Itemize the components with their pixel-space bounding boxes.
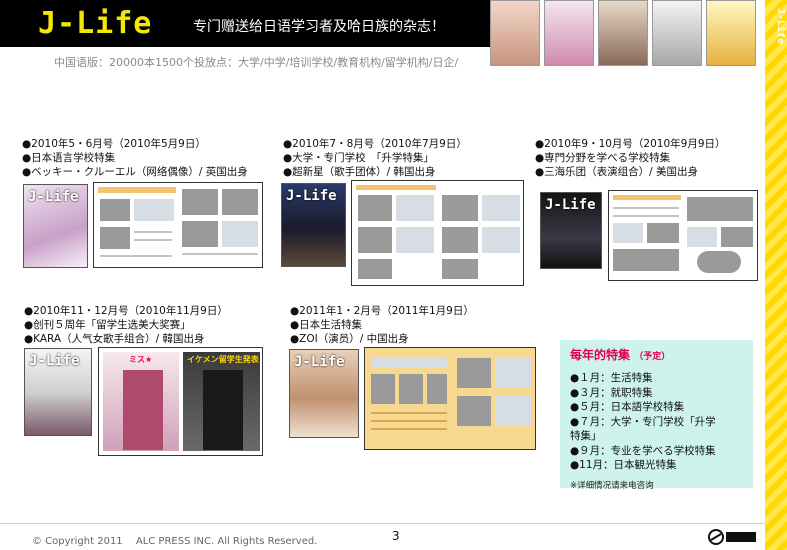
header-cover-strip [490, 0, 756, 68]
jlife-logo: J-Life [38, 6, 153, 41]
issue-cover-person: ●KARA（人气女歌手组合）/ 韓国出身 [24, 333, 205, 345]
spread-title-right: イケメン留学生発表 [187, 355, 259, 364]
issue-block: ●2010年11・12月号（2010年11月9日） ●创刊５周年「留学生选美大奖… [24, 304, 228, 346]
header-bar: J-Life 专门赠送给日语学习者及哈日族的杂志！ [0, 0, 490, 47]
issue-block: ●2010年5・6月号（2010年5月9日） ●日本语言学校特集 ●ベッキー・ク… [22, 137, 248, 179]
annual-features-subtitle: （予定） [634, 352, 671, 362]
issue-feature: ●専門分野を学べる学校特集 [535, 152, 671, 164]
issue-cover-person: ●ベッキー・クルーエル（网络偶像）/ 英国出身 [22, 166, 248, 178]
issue-date: ●2010年9・10月号（2010年9月9日） [535, 138, 726, 150]
magazine-cover: J-Life [23, 184, 88, 268]
distribution-info: 中国语版：20000本1500个投放点：大学/中学/培训学校/教育机构/留学机构… [54, 56, 459, 69]
alc-logo-icon [708, 529, 756, 545]
issue-cover-person: ●ZOI（演员）/ 中国出身 [290, 333, 409, 345]
issue-date: ●2011年1・2月号（2011年1月9日） [290, 305, 474, 317]
issue-block: ●2010年9・10月号（2010年9月9日） ●専門分野を学べる学校特集 ●三… [535, 137, 726, 179]
cover-logo-mark: J-Life [294, 354, 345, 370]
side-stripe [765, 0, 787, 550]
cover-logo-mark: J-Life [29, 353, 80, 369]
issue-cover-person: ●三海乐团（表演组合）/ 美国出身 [535, 166, 699, 178]
magazine-spread [608, 190, 758, 281]
copyright-text: © Copyright 2011 ALC PRESS INC. All Righ… [32, 536, 318, 547]
cover-thumbnail [490, 0, 540, 66]
cover-thumbnail [544, 0, 594, 66]
page-number: 3 [392, 529, 400, 543]
cover-logo-mark: J-Life [545, 197, 596, 213]
cover-thumbnail [598, 0, 648, 66]
magazine-spread [93, 182, 263, 268]
issue-feature: ●创刊５周年「留学生选美大奖赛」 [24, 319, 191, 331]
issue-block: ●2011年1・2月号（2011年1月9日） ●日本生活特集 ●ZOI（演员）/… [290, 304, 474, 346]
issue-block: ●2010年7・8月号（2010年7月9日） ●大学・专门学校 「升学特集」 ●… [283, 137, 467, 179]
cover-thumbnail [706, 0, 756, 66]
annual-features-list: ●１月：生活特集 ●３月：就职特集 ●５月：日本語学校特集 ●７月：大学・专门学… [570, 371, 743, 473]
magazine-cover: J-Life [24, 348, 92, 436]
header-tagline: 专门赠送给日语学习者及哈日族的杂志！ [193, 19, 445, 35]
cover-thumbnail [652, 0, 702, 66]
issue-date: ●2010年11・12月号（2010年11月9日） [24, 305, 228, 317]
contact-note: ※详细情况请来电咨询 [570, 480, 654, 491]
footer-divider [0, 523, 765, 524]
issue-feature: ●日本生活特集 [290, 319, 363, 331]
magazine-cover: J-Life [281, 183, 346, 267]
spread-title-left: ミス★ [129, 355, 153, 364]
side-logo: J-Life [775, 8, 786, 45]
issue-feature: ●日本语言学校特集 [22, 152, 116, 164]
magazine-cover: J-Life [540, 192, 602, 269]
annual-features-heading: 每年的特集 [570, 348, 631, 362]
annual-features-title: 每年的特集 （予定） [570, 346, 743, 363]
magazine-spread [351, 180, 524, 286]
annual-features-box: 每年的特集 （予定） ●１月：生活特集 ●３月：就职特集 ●５月：日本語学校特集… [560, 340, 753, 491]
list-item: ●５月：日本語学校特集 [570, 401, 685, 413]
list-item: 特集」 [570, 430, 602, 442]
magazine-spread [364, 347, 536, 450]
issue-date: ●2010年7・8月号（2010年7月9日） [283, 138, 467, 150]
cover-logo-mark: J-Life [286, 188, 337, 204]
issue-feature: ●大学・专门学校 「升学特集」 [283, 152, 434, 164]
magazine-cover: J-Life [289, 349, 359, 438]
list-item: ●11月：日本観光特集 [570, 459, 677, 471]
list-item: ●７月：大学・专门学校「升学 [570, 415, 716, 428]
list-item: ●１月：生活特集 [570, 372, 653, 384]
list-item: ●３月：就职特集 [570, 386, 653, 399]
cover-logo-mark: J-Life [28, 189, 79, 205]
list-item: ●９月：专业を学べる学校特集 [570, 444, 716, 457]
issue-cover-person: ●超新星（歌手团体）/ 韩国出身 [283, 166, 436, 178]
issue-date: ●2010年5・6月号（2010年5月9日） [22, 138, 206, 150]
magazine-spread: ミス★ イケメン留学生発表 [98, 347, 263, 456]
